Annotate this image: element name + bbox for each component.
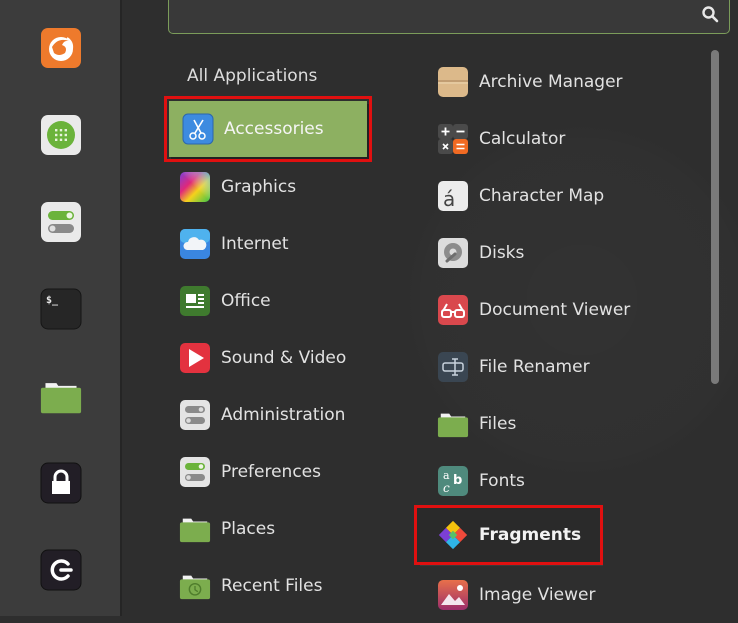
app-label: Fonts: [479, 470, 525, 491]
folder-icon: [40, 383, 82, 414]
image-viewer-icon: [437, 579, 469, 611]
favorite-terminal[interactable]: $_: [40, 288, 82, 330]
app-label: Disks: [479, 242, 525, 263]
terminal-icon: $_: [40, 288, 82, 330]
favorites-sidebar: $_: [0, 0, 122, 616]
favorite-files[interactable]: [40, 374, 82, 416]
category-internet[interactable]: Internet: [166, 215, 372, 272]
app-files[interactable]: Files: [432, 395, 682, 452]
scissors-icon: [182, 113, 214, 145]
category-label: Places: [221, 518, 276, 539]
character-map-icon: á: [437, 180, 469, 212]
app-label: Character Map: [479, 185, 605, 206]
app-label: Image Viewer: [479, 584, 596, 605]
calculator-icon: [437, 123, 469, 155]
archive-icon: [437, 66, 469, 98]
admin-toggle-icon: [179, 399, 211, 431]
category-label: Accessories: [224, 119, 324, 139]
app-document-viewer[interactable]: Document Viewer: [432, 281, 682, 338]
category-label: Sound & Video: [221, 347, 347, 368]
category-office[interactable]: Office: [166, 272, 372, 329]
category-sound-video[interactable]: Sound & Video: [166, 329, 372, 386]
app-fragments[interactable]: Fragments: [414, 505, 603, 565]
category-administration[interactable]: Administration: [166, 386, 372, 443]
settings-toggle-icon: [41, 202, 81, 242]
lock-icon: [40, 462, 82, 504]
disk-icon: [437, 237, 469, 269]
fonts-icon: a b c: [437, 465, 469, 497]
menu-main-panel: All Applications Accessories Graphics In…: [122, 0, 738, 616]
app-fonts[interactable]: a b c Fonts: [432, 452, 682, 509]
app-image-viewer[interactable]: Image Viewer: [432, 566, 682, 623]
category-label: Recent Files: [221, 575, 323, 596]
firefox-icon: [41, 28, 81, 68]
search-input[interactable]: [168, 0, 730, 34]
category-label: Internet: [221, 233, 289, 254]
favorite-software-manager[interactable]: [40, 114, 82, 156]
graphics-icon: [179, 171, 211, 203]
play-icon: [179, 342, 211, 374]
folder-icon: [179, 513, 211, 545]
svg-text:$_: $_: [46, 295, 59, 306]
cloud-icon: [179, 228, 211, 260]
category-label: Office: [221, 290, 271, 311]
svg-text:c: c: [443, 481, 450, 495]
app-calculator[interactable]: Calculator: [432, 110, 682, 167]
document-viewer-icon: [437, 294, 469, 326]
app-disks[interactable]: Disks: [432, 224, 682, 281]
app-character-map[interactable]: á Character Map: [432, 167, 682, 224]
category-preferences[interactable]: Preferences: [166, 443, 372, 500]
category-label: Graphics: [221, 176, 297, 197]
svg-text:á: á: [443, 187, 455, 211]
recent-folder-icon: [179, 570, 211, 602]
favorite-firefox[interactable]: [40, 27, 82, 69]
fragments-icon: [437, 519, 469, 551]
apps-scrollbar[interactable]: [711, 50, 719, 384]
category-label: Preferences: [221, 461, 321, 482]
app-label: Archive Manager: [479, 71, 623, 92]
category-label: Administration: [221, 404, 346, 425]
power-icon: [40, 549, 82, 591]
preferences-toggle-icon: [179, 456, 211, 488]
app-label: Fragments: [479, 525, 582, 545]
svg-text:b: b: [453, 473, 462, 488]
category-graphics[interactable]: Graphics: [166, 158, 372, 215]
office-icon: [179, 285, 211, 317]
file-renamer-icon: [437, 351, 469, 383]
favorite-lock-screen[interactable]: [40, 462, 82, 504]
category-accessories[interactable]: Accessories: [164, 96, 372, 162]
app-label: Files: [479, 413, 517, 434]
search-icon[interactable]: [701, 5, 719, 23]
category-recent-files[interactable]: Recent Files: [166, 557, 372, 614]
category-places[interactable]: Places: [166, 500, 372, 557]
app-label: File Renamer: [479, 356, 590, 377]
folder-icon: [437, 408, 469, 440]
software-manager-icon: [41, 115, 81, 155]
favorite-logout[interactable]: [40, 549, 82, 591]
app-file-renamer[interactable]: File Renamer: [432, 338, 682, 395]
app-archive-manager[interactable]: Archive Manager: [432, 53, 682, 110]
favorite-system-settings[interactable]: [40, 201, 82, 243]
category-all-applications[interactable]: All Applications: [187, 66, 317, 86]
app-label: Document Viewer: [479, 299, 631, 320]
app-label: Calculator: [479, 128, 566, 149]
